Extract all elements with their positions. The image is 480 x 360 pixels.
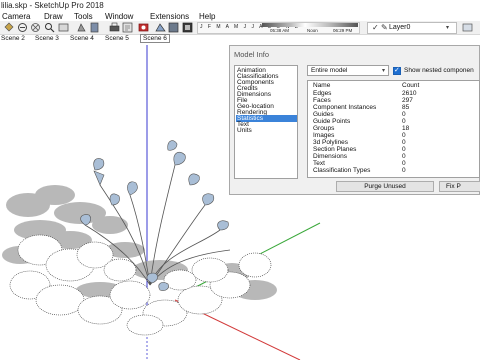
tab-scene-3[interactable]: Scene 3 (35, 35, 59, 42)
stat-count: 0 (402, 160, 406, 167)
stat-name: Edges (313, 90, 332, 97)
zoom-extents-icon[interactable] (58, 22, 69, 33)
window-title: lilia.skp - SketchUp Pro 2018 (1, 1, 104, 10)
menu-draw[interactable]: Draw (44, 12, 63, 21)
stat-name: Component Instances (313, 104, 377, 111)
shadow-time-noon: Noon (307, 28, 318, 33)
paint-bucket-icon[interactable] (3, 22, 14, 33)
scope-dropdown[interactable]: Entire model ▾ (307, 65, 389, 76)
stat-name: Groups (313, 125, 335, 132)
dialog-title: Model Info (234, 50, 270, 59)
table-row: Guide Points 0 (308, 118, 479, 125)
paste-icon[interactable] (89, 22, 100, 33)
stat-name: Guide Points (313, 118, 351, 125)
section-icon[interactable] (168, 22, 179, 33)
menu-camera[interactable]: Camera (2, 12, 30, 21)
table-row: Images 0 (308, 132, 479, 139)
stat-count: 0 (402, 111, 406, 118)
stat-count: 85 (402, 104, 410, 111)
table-row: Guides 0 (308, 111, 479, 118)
title-bar: lilia.skp - SketchUp Pro 2018 (0, 0, 480, 12)
menu-tools[interactable]: Tools (74, 12, 93, 21)
table-row: Groups 18 (308, 125, 479, 132)
stat-count: 0 (402, 118, 406, 125)
stat-name: Section Planes (313, 146, 357, 153)
stat-name: Classification Types (313, 167, 371, 174)
menu-window[interactable]: Window (105, 12, 133, 21)
xray-icon[interactable] (182, 22, 193, 33)
tray-icon[interactable] (462, 22, 473, 33)
scope-value: Entire model (311, 67, 348, 74)
check-icon: ✓ (394, 67, 400, 74)
stat-name: Faces (313, 97, 331, 104)
pan-icon[interactable] (30, 22, 41, 33)
column-header-name: Name (313, 82, 331, 89)
shadow-time-slider[interactable] (262, 23, 358, 27)
show-nested-label: Show nested componen (404, 67, 474, 74)
table-row: Dimensions 0 (308, 153, 479, 160)
stat-name: Dimensions (313, 153, 347, 160)
zoom-icon[interactable] (44, 22, 55, 33)
chevron-down-icon: ▾ (446, 25, 450, 31)
stat-count: 0 (402, 153, 406, 160)
stat-name: Images (313, 132, 335, 139)
tab-scene-2[interactable]: Scene 2 (1, 35, 25, 42)
tab-scene-4[interactable]: Scene 4 (70, 35, 94, 42)
stat-count: 0 (402, 146, 406, 153)
model-info-icon[interactable] (122, 22, 133, 33)
show-nested-checkbox[interactable]: ✓ (393, 67, 401, 75)
table-row: Faces 297 (308, 97, 479, 104)
tab-scene-5[interactable]: Scene 5 (105, 35, 129, 42)
check-icon: ✓ (372, 23, 379, 32)
print-icon[interactable] (109, 22, 120, 33)
column-header-count: Count (402, 82, 420, 89)
model-info-nav: Animation Classifications Components Cre… (234, 65, 298, 179)
stat-count: 2610 (402, 90, 417, 97)
table-row: Edges 2610 (308, 90, 479, 97)
stat-name: Guides (313, 111, 334, 118)
sandbox-icon[interactable] (155, 22, 166, 33)
stat-count: 297 (402, 97, 413, 104)
table-row: 3d Polylines 0 (308, 139, 479, 146)
fix-problems-button[interactable]: Fix P (439, 181, 480, 192)
table-row: Component Instances 85 (308, 104, 479, 111)
pencil-icon: ✎ (381, 23, 388, 32)
stat-count: 0 (402, 132, 406, 139)
model-info-dialog: Model Info Animation Classifications Com… (229, 45, 480, 195)
stat-name: 3d Polylines (313, 139, 349, 146)
table-row: Text 0 (308, 160, 479, 167)
nav-item-units[interactable]: Units (236, 127, 297, 134)
chevron-down-icon: ▾ (381, 68, 385, 74)
tab-scene-6[interactable]: Scene 6 (140, 34, 170, 43)
stat-name: Text (313, 160, 325, 167)
statistics-table: Name Count Edges 2610 Faces 297 Component … (307, 80, 480, 178)
shadow-icon[interactable] (76, 22, 87, 33)
orbit-icon[interactable] (17, 22, 28, 33)
stat-count: 0 (402, 139, 406, 146)
shadow-time-end: 06:29 PM (333, 28, 353, 33)
menu-extensions[interactable]: Extensions (150, 12, 189, 21)
shadow-time-start: 05:38 AM (270, 28, 290, 33)
scene-tabs: Scene 2 Scene 3 Scene 4 Scene 5 Scene 6 (0, 34, 480, 45)
table-row: Classification Types 0 (308, 167, 479, 174)
extension-warehouse-icon[interactable] (138, 22, 149, 33)
table-row: Section Planes 0 (308, 146, 479, 153)
purge-unused-button[interactable]: Purge Unused (336, 181, 434, 192)
menu-help[interactable]: Help (199, 12, 215, 21)
stat-count: 0 (402, 167, 406, 174)
stat-count: 18 (402, 125, 410, 132)
layer-current: Layer0 (389, 24, 411, 31)
